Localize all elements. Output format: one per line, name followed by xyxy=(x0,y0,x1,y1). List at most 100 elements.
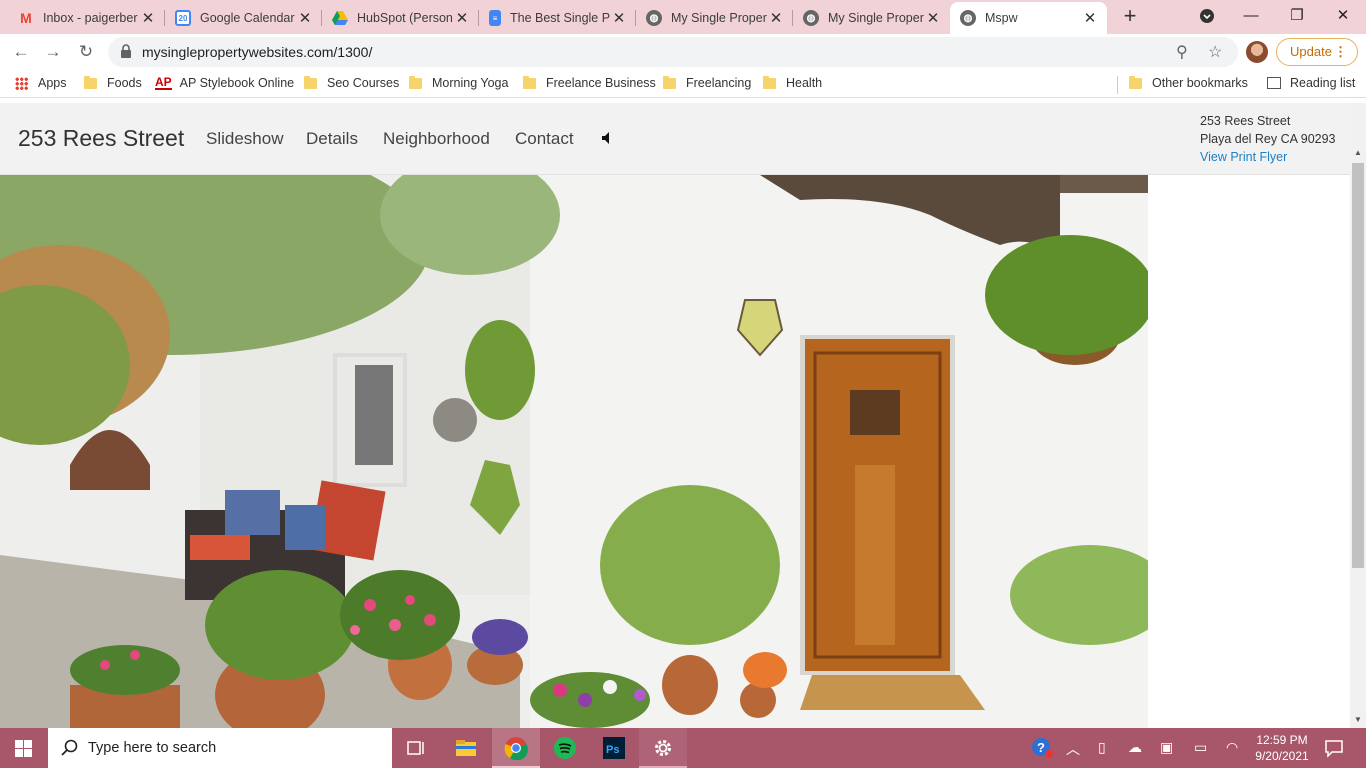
apps-grid-icon xyxy=(15,76,28,90)
device-icon[interactable]: ▯ xyxy=(1098,739,1106,756)
tab-title: My Single Proper xyxy=(828,11,924,25)
update-button[interactable]: Update ⋮ xyxy=(1276,38,1358,66)
tab-hubspot[interactable]: HubSpot (Person ✕ xyxy=(322,2,479,34)
reading-list-icon xyxy=(1267,77,1281,89)
nav-slideshow[interactable]: Slideshow xyxy=(206,129,284,149)
photoshop-icon[interactable]: Ps xyxy=(602,736,626,760)
tab-best-single-property[interactable]: ≡ The Best Single P ✕ xyxy=(479,2,636,34)
settings-gear-icon[interactable] xyxy=(651,736,675,760)
scrollbar-thumb[interactable] xyxy=(1352,163,1364,568)
spotify-icon[interactable] xyxy=(553,736,577,760)
search-placeholder: Type here to search xyxy=(88,740,217,756)
nav-neighborhood[interactable]: Neighborhood xyxy=(383,129,490,149)
globe-icon: ◍ xyxy=(803,10,819,26)
folder-icon xyxy=(409,75,422,89)
svg-text:?: ? xyxy=(1037,740,1045,755)
lock-icon xyxy=(121,44,131,58)
tab-my-single-property-1[interactable]: ◍ My Single Proper ✕ xyxy=(636,2,793,34)
scroll-down-arrow-icon[interactable]: ▼ xyxy=(1350,712,1366,728)
bookmark-freelance-business[interactable]: Freelance Business xyxy=(523,75,656,90)
tab-strip: M Inbox - paigerber ✕ 20 Google Calendar… xyxy=(0,0,1366,34)
speaker-icon[interactable] xyxy=(600,131,614,145)
restore-button[interactable]: ❐ xyxy=(1274,0,1320,32)
close-icon[interactable]: ✕ xyxy=(1083,9,1097,27)
bookmark-label: Seo Courses xyxy=(327,76,400,90)
more-menu-icon[interactable]: ⋮ xyxy=(1334,39,1347,65)
update-label: Update xyxy=(1290,44,1332,59)
show-hidden-icons-icon[interactable]: ︿ xyxy=(1066,739,1080,759)
new-tab-button[interactable]: + xyxy=(1118,4,1142,28)
windows-start-icon[interactable] xyxy=(15,740,32,757)
nav-details[interactable]: Details xyxy=(306,129,358,149)
display-icon[interactable]: ▣ xyxy=(1160,739,1173,756)
tab-title: Mspw xyxy=(985,11,1018,25)
nav-contact[interactable]: Contact xyxy=(515,129,574,149)
zoom-icon[interactable]: ⚲ xyxy=(1176,42,1188,62)
reading-list-button[interactable]: Reading list xyxy=(1267,76,1355,90)
file-explorer-icon[interactable] xyxy=(454,736,478,760)
back-button[interactable]: ← xyxy=(9,40,33,64)
gmail-icon: M xyxy=(20,10,32,26)
calendar-icon: 20 xyxy=(175,10,191,26)
bookmark-label: Freelance Business xyxy=(546,76,656,90)
folder-icon xyxy=(763,75,776,89)
taskbar-search-box[interactable]: Type here to search xyxy=(48,728,392,768)
bookmark-seo-courses[interactable]: Seo Courses xyxy=(304,75,400,90)
task-view-icon[interactable] xyxy=(404,736,428,760)
onedrive-cloud-icon[interactable]: ☁ xyxy=(1128,739,1142,756)
folder-icon xyxy=(84,75,97,89)
bookmark-label: Foods xyxy=(107,76,142,90)
bookmark-morning-yoga[interactable]: Morning Yoga xyxy=(409,75,508,90)
tab-mspw[interactable]: ◍ Mspw ✕ xyxy=(950,2,1107,34)
close-icon[interactable]: ✕ xyxy=(612,9,626,27)
minimize-button[interactable]: — xyxy=(1228,0,1274,32)
bookmark-label: AP Stylebook Online xyxy=(179,76,295,90)
bookmark-foods[interactable]: Foods xyxy=(84,75,142,90)
view-print-flyer-link[interactable]: View Print Flyer xyxy=(1200,148,1336,166)
drive-icon xyxy=(332,10,348,26)
docs-icon: ≡ xyxy=(489,10,501,26)
bookmark-apps[interactable]: Apps xyxy=(15,76,67,90)
bookmark-health[interactable]: Health xyxy=(763,75,823,90)
close-icon[interactable]: ✕ xyxy=(455,9,469,27)
svg-text:Ps: Ps xyxy=(606,744,619,756)
url-text: mysinglepropertywebsites.com/1300/ xyxy=(142,44,373,60)
ap-logo-icon: AP xyxy=(155,74,172,90)
scroll-up-arrow-icon[interactable]: ▲ xyxy=(1350,145,1366,161)
close-window-button[interactable]: ✕ xyxy=(1320,0,1366,32)
forward-button[interactable]: → xyxy=(41,40,65,64)
bookmark-label: Apps xyxy=(38,76,67,90)
bookmark-other[interactable]: Other bookmarks xyxy=(1129,75,1248,90)
tab-gmail[interactable]: M Inbox - paigerber ✕ xyxy=(8,2,165,34)
tab-search-icon[interactable] xyxy=(1184,0,1230,32)
page-scrollbar[interactable]: ▲ ▼ xyxy=(1350,103,1366,728)
profile-avatar[interactable] xyxy=(1246,41,1268,63)
close-icon[interactable]: ✕ xyxy=(769,9,783,27)
notifications-icon[interactable] xyxy=(1322,736,1346,760)
address-bar[interactable]: mysinglepropertywebsites.com/1300/ ⚲ ☆ xyxy=(108,37,1238,67)
bookmark-label: Health xyxy=(786,76,823,90)
tab-title: Inbox - paigerber xyxy=(43,11,138,25)
site-title[interactable]: 253 Rees Street xyxy=(18,125,184,152)
bookmark-ap-stylebook[interactable]: AP AP Stylebook Online xyxy=(155,76,294,90)
battery-icon[interactable]: ▭ xyxy=(1194,739,1207,756)
tab-my-single-property-2[interactable]: ◍ My Single Proper ✕ xyxy=(793,2,950,34)
search-icon xyxy=(61,739,78,756)
chrome-icon[interactable] xyxy=(504,736,528,760)
wifi-icon[interactable]: ◠ xyxy=(1226,739,1238,756)
help-icon[interactable]: ? xyxy=(1030,736,1054,760)
bookmark-star-icon[interactable]: ☆ xyxy=(1208,42,1222,62)
bookmarks-bar: Apps Foods AP AP Stylebook Online Seo Co… xyxy=(0,70,1366,98)
reload-button[interactable]: ↻ xyxy=(74,40,98,64)
folder-icon xyxy=(523,75,536,89)
close-icon[interactable]: ✕ xyxy=(298,9,312,27)
tab-title: The Best Single P xyxy=(510,11,611,25)
close-icon[interactable]: ✕ xyxy=(926,9,940,27)
hero-photo xyxy=(0,175,1148,728)
folder-icon xyxy=(663,75,676,89)
tab-calendar[interactable]: 20 Google Calendar ✕ xyxy=(165,2,322,34)
bookmark-label: Other bookmarks xyxy=(1152,76,1248,90)
close-icon[interactable]: ✕ xyxy=(141,9,155,27)
bookmark-freelancing[interactable]: Freelancing xyxy=(663,75,751,90)
system-clock[interactable]: 12:59 PM 9/20/2021 xyxy=(1252,732,1312,764)
